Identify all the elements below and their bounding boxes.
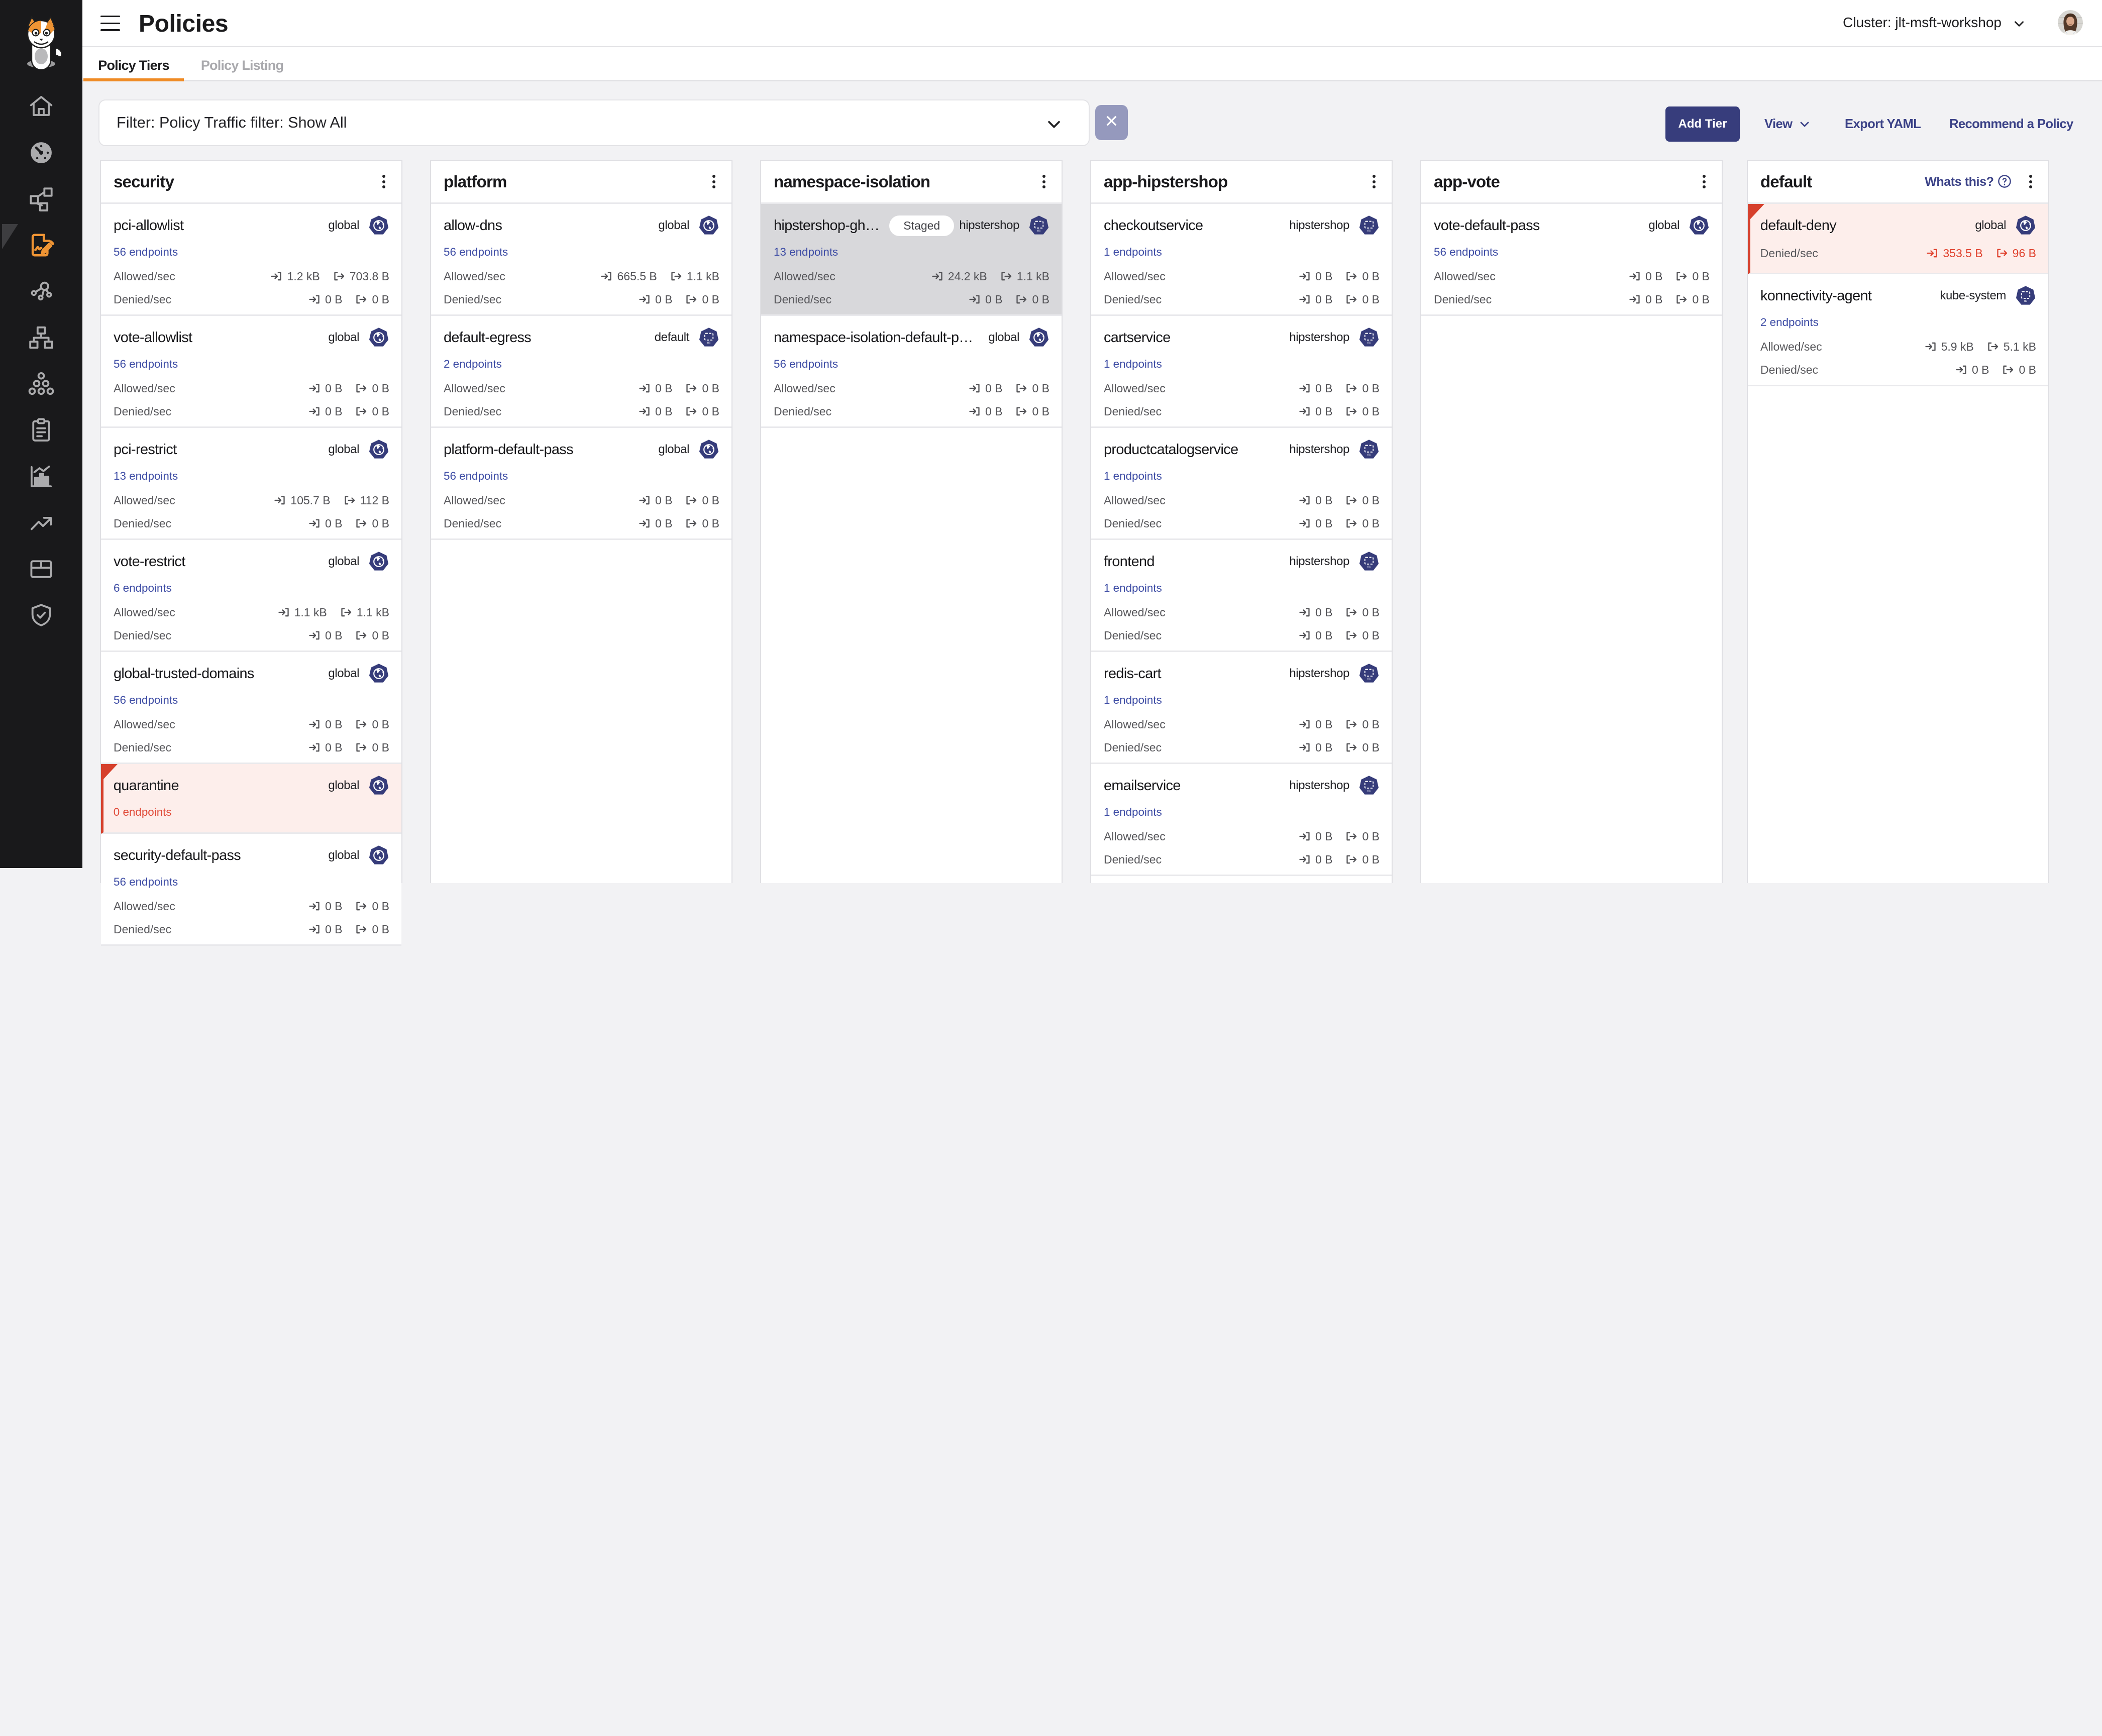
svg-text:ns: ns xyxy=(1368,454,1371,457)
svg-text:ns: ns xyxy=(1368,790,1371,793)
svg-text:ns: ns xyxy=(2024,300,2027,303)
svg-text:ns: ns xyxy=(1368,566,1371,569)
svg-text:ns: ns xyxy=(1368,678,1371,681)
svg-text:ns: ns xyxy=(1368,342,1371,345)
svg-text:ns: ns xyxy=(707,342,710,345)
svg-text:ns: ns xyxy=(1368,230,1371,233)
svg-text:ns: ns xyxy=(1037,230,1040,233)
